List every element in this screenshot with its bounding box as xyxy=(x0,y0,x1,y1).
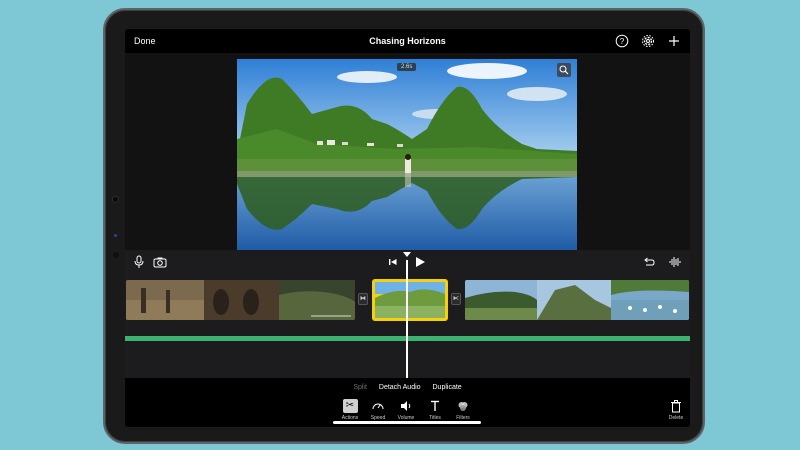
speaker-icon xyxy=(399,399,414,413)
delete-label: Delete xyxy=(668,415,684,421)
tool-titles[interactable]: Titles xyxy=(421,399,449,421)
delete-button[interactable]: Delete xyxy=(662,399,690,421)
selected-clip[interactable] xyxy=(372,279,448,321)
home-indicator[interactable] xyxy=(333,421,481,424)
tool-actions[interactable]: ✂ Actions xyxy=(336,399,364,421)
text-icon xyxy=(428,399,443,413)
audio-waveform-icon[interactable] xyxy=(668,255,682,269)
help-icon[interactable]: ? xyxy=(615,34,629,48)
video-preview[interactable]: 2.6s xyxy=(237,59,577,251)
playhead-marker[interactable] xyxy=(403,252,411,257)
speed-badge: 2.6s xyxy=(397,63,417,71)
tool-volume[interactable]: Volume xyxy=(392,399,420,421)
timeline-clip[interactable] xyxy=(126,280,355,320)
undo-icon[interactable] xyxy=(642,255,656,269)
front-camera xyxy=(112,196,119,203)
skip-to-start-icon[interactable] xyxy=(388,255,398,269)
project-title: Chasing Horizons xyxy=(369,36,446,46)
magnify-icon[interactable] xyxy=(557,63,571,77)
bottom-toolbar: Split Detach Audio Duplicate ✂ Actions S… xyxy=(125,378,690,427)
transition-icon[interactable]: ⧔ xyxy=(451,293,461,305)
tool-speed[interactable]: Speed xyxy=(364,399,392,421)
sensor-dot xyxy=(113,252,119,258)
app-screen: Done Chasing Horizons ? 2.6s ⧓ ⧔ Split D… xyxy=(125,29,690,427)
scissors-icon: ✂ xyxy=(342,399,358,413)
filters-icon xyxy=(456,399,471,413)
gear-icon[interactable] xyxy=(641,34,655,48)
ipad-frame: Done Chasing Horizons ? 2.6s ⧓ ⧔ Split D… xyxy=(103,8,705,444)
detach-audio-button[interactable]: Detach Audio xyxy=(379,384,421,391)
trash-icon xyxy=(669,399,684,413)
tool-filters[interactable]: Filters xyxy=(449,399,477,421)
playhead[interactable] xyxy=(406,260,408,380)
clip-actions: Split Detach Audio Duplicate xyxy=(125,384,690,391)
duplicate-button[interactable]: Duplicate xyxy=(433,384,462,391)
camera-icon[interactable] xyxy=(153,255,167,269)
top-bar: Done Chasing Horizons ? xyxy=(125,29,690,53)
svg-text:?: ? xyxy=(620,37,625,46)
plus-icon[interactable] xyxy=(667,34,681,48)
play-icon[interactable] xyxy=(413,255,427,269)
split-button[interactable]: Split xyxy=(353,384,367,391)
microphone-icon[interactable] xyxy=(133,255,145,269)
indicator-dot xyxy=(114,234,117,237)
transition-icon[interactable]: ⧓ xyxy=(358,293,368,305)
timeline-clip[interactable] xyxy=(465,280,689,320)
speedometer-icon xyxy=(371,399,386,413)
